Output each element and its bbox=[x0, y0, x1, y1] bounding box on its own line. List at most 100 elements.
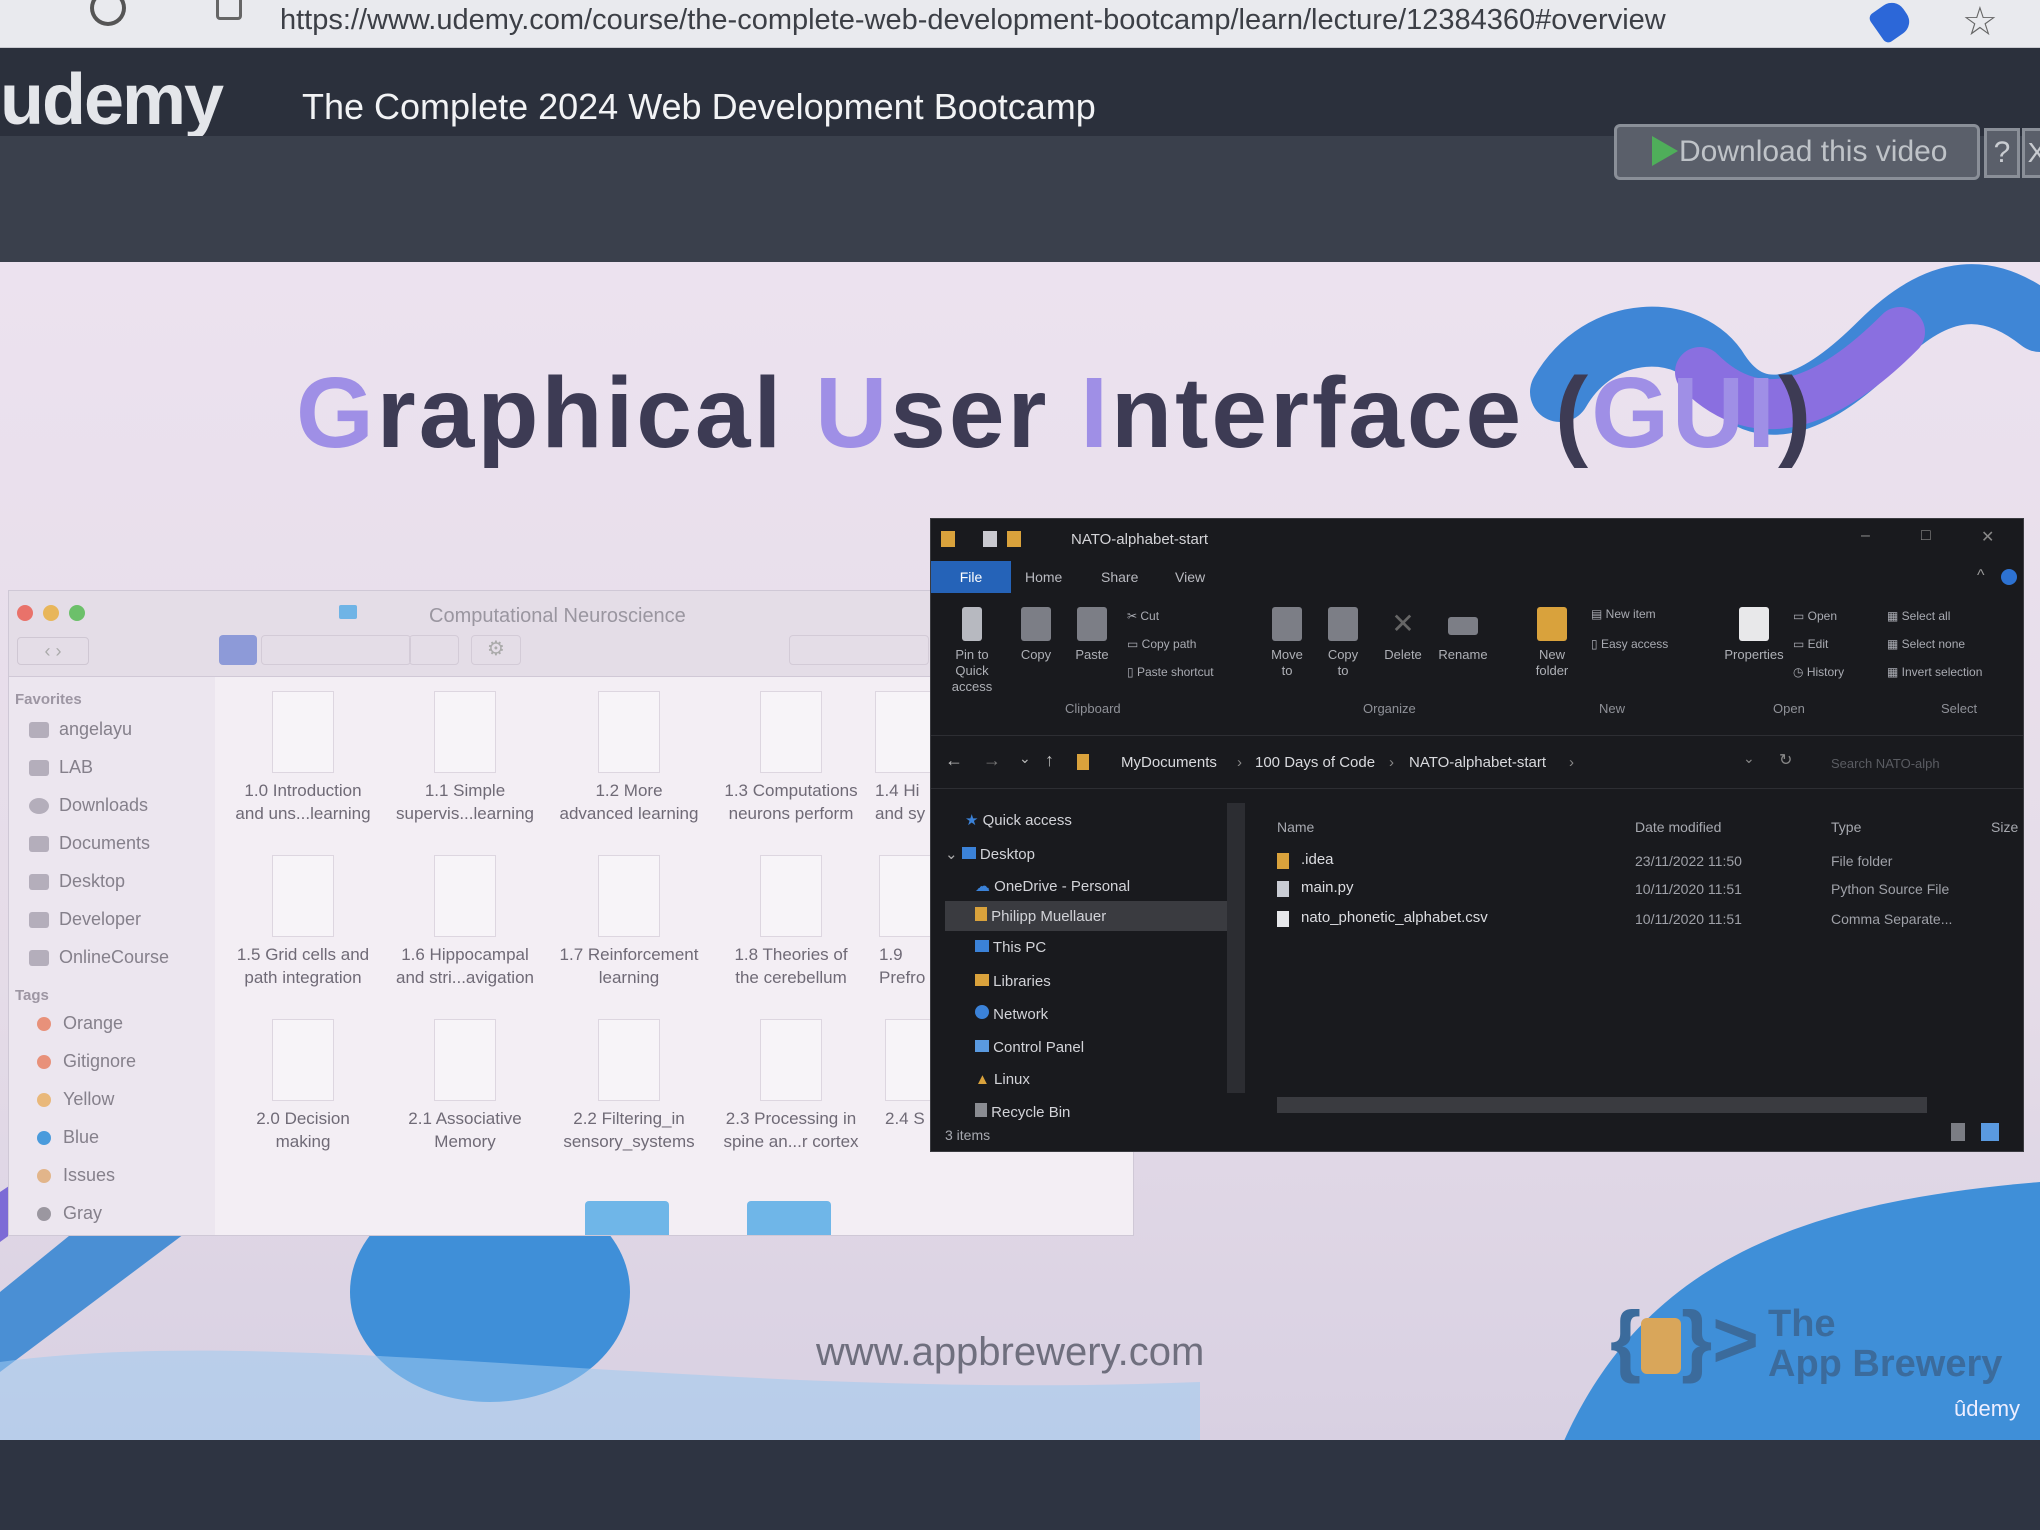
close-icon[interactable]: ✕ bbox=[1981, 527, 1994, 547]
folder-icon[interactable] bbox=[747, 1201, 831, 1235]
cut-button[interactable]: ✂ Cut bbox=[1127, 609, 1159, 623]
file-item[interactable]: 2.1 Associative Memory bbox=[391, 1019, 539, 1153]
nav-item-linux[interactable]: ▲ Linux bbox=[975, 1071, 1030, 1088]
file-item[interactable]: 1.6 Hippocampal and stri...avigation bbox=[391, 855, 539, 989]
column-date-modified[interactable]: Date modified bbox=[1635, 819, 1721, 835]
site-info-icon[interactable] bbox=[216, 0, 242, 20]
tag-gitignore[interactable]: Gitignore bbox=[37, 1051, 136, 1072]
search-box[interactable]: Search NATO-alph bbox=[1831, 756, 1940, 771]
tag-blue[interactable]: Blue bbox=[37, 1127, 99, 1148]
zoom-dot-icon[interactable] bbox=[69, 605, 85, 621]
properties-quick-icon[interactable] bbox=[983, 531, 997, 547]
tag-issues[interactable]: Issues bbox=[37, 1165, 115, 1186]
sidebar-item-desktop[interactable]: Desktop bbox=[29, 871, 125, 892]
select-all-button[interactable]: ▦ Select all bbox=[1887, 609, 1950, 623]
nav-item-recycle-bin[interactable]: Recycle Bin bbox=[975, 1103, 1070, 1121]
move-to-button[interactable]: Move to bbox=[1265, 607, 1309, 679]
sidebar-item-downloads[interactable]: Downloads bbox=[29, 795, 148, 816]
maximize-icon[interactable]: □ bbox=[1921, 527, 1931, 545]
file-item[interactable]: 2.3 Processing in spine an...r cortex bbox=[717, 1019, 865, 1153]
gear-icon[interactable]: ⚙ bbox=[471, 635, 521, 665]
back-forward-icon[interactable]: ‹ › bbox=[17, 637, 89, 665]
delete-button[interactable]: ✕ Delete bbox=[1377, 607, 1429, 663]
nav-item-this-pc[interactable]: This PC bbox=[975, 939, 1046, 956]
url-text[interactable]: https://www.udemy.com/course/the-complet… bbox=[280, 4, 1666, 37]
file-item[interactable]: 1.4 Hi and sy bbox=[875, 691, 937, 825]
file-item[interactable]: 1.0 Introduction and uns...learning bbox=[229, 691, 377, 825]
file-item[interactable]: 2.2 Filtering_in sensory_systems bbox=[555, 1019, 703, 1153]
copy-path-button[interactable]: ▭ Copy path bbox=[1127, 637, 1196, 651]
folder-icon[interactable] bbox=[585, 1201, 669, 1235]
group-icon[interactable] bbox=[409, 635, 459, 665]
file-item[interactable]: 2.4 S bbox=[885, 1019, 947, 1130]
file-item[interactable]: 1.7 Reinforcement learning bbox=[555, 855, 703, 989]
up-arrow-icon[interactable]: ↑ bbox=[1045, 750, 1054, 771]
details-view-icon[interactable] bbox=[1951, 1123, 1965, 1141]
copy-button[interactable]: Copy bbox=[1011, 607, 1061, 663]
rename-button[interactable]: Rename bbox=[1433, 607, 1493, 663]
reload-icon[interactable] bbox=[90, 0, 126, 26]
edit-button[interactable]: ▭ Edit bbox=[1793, 637, 1828, 651]
paste-shortcut-button[interactable]: ▯ Paste shortcut bbox=[1127, 665, 1214, 679]
forward-arrow-icon[interactable]: → bbox=[983, 750, 1001, 771]
sidebar-item-lab[interactable]: LAB bbox=[29, 757, 93, 778]
bookmark-star-icon[interactable]: ☆ bbox=[1962, 2, 1998, 42]
tab-file[interactable]: File bbox=[931, 561, 1011, 593]
open-button[interactable]: ▭ Open bbox=[1793, 609, 1837, 623]
copy-to-button[interactable]: Copy to bbox=[1321, 607, 1365, 679]
tab-view[interactable]: View bbox=[1175, 569, 1205, 585]
nav-item-onedrive[interactable]: ☁ OneDrive - Personal bbox=[975, 877, 1130, 895]
course-title[interactable]: The Complete 2024 Web Development Bootca… bbox=[302, 86, 1096, 128]
file-item[interactable]: 1.1 Simple supervis...learning bbox=[391, 691, 539, 825]
new-folder-button[interactable]: New folder bbox=[1527, 607, 1577, 679]
file-item[interactable]: 1.3 Computations neurons perform bbox=[717, 691, 865, 825]
file-item[interactable]: 2.0 Decision making bbox=[229, 1019, 377, 1153]
tag-orange[interactable]: Orange bbox=[37, 1013, 123, 1034]
easy-access-button[interactable]: ▯ Easy access bbox=[1591, 637, 1668, 651]
tab-share[interactable]: Share bbox=[1101, 569, 1138, 585]
sidebar-item-documents[interactable]: Documents bbox=[29, 833, 150, 854]
horizontal-scrollbar[interactable] bbox=[1277, 1097, 1927, 1113]
file-item[interactable]: 1.5 Grid cells and path integration bbox=[229, 855, 377, 989]
breadcrumb-100-days[interactable]: 100 Days of Code bbox=[1255, 754, 1375, 771]
minimize-dot-icon[interactable] bbox=[43, 605, 59, 621]
file-item[interactable]: 1.2 More advanced learning bbox=[555, 691, 703, 825]
nav-scrollbar[interactable] bbox=[1227, 803, 1245, 1093]
help-icon[interactable] bbox=[2001, 569, 2017, 585]
nav-item-quick-access[interactable]: ★ Quick access bbox=[965, 811, 1072, 829]
nav-item-network[interactable]: Network bbox=[975, 1005, 1048, 1023]
paste-button[interactable]: Paste bbox=[1067, 607, 1117, 663]
collapse-ribbon-icon[interactable]: ^ bbox=[1977, 567, 1985, 585]
nav-item-philipp[interactable]: Philipp Muellauer bbox=[975, 907, 1106, 925]
breadcrumb-mydocuments[interactable]: MyDocuments bbox=[1121, 754, 1217, 771]
close-download-button[interactable]: X bbox=[2022, 128, 2040, 178]
file-row[interactable]: .idea 23/11/2022 11:50 File folder bbox=[1277, 851, 1977, 873]
tag-yellow[interactable]: Yellow bbox=[37, 1089, 114, 1110]
minimize-icon[interactable]: – bbox=[1861, 527, 1870, 545]
column-size[interactable]: Size bbox=[1991, 819, 2018, 835]
file-row[interactable]: nato_phonetic_alphabet.csv 10/11/2020 11… bbox=[1277, 909, 1977, 931]
nav-item-libraries[interactable]: Libraries bbox=[975, 973, 1051, 990]
properties-button[interactable]: Properties bbox=[1719, 607, 1789, 663]
column-type[interactable]: Type bbox=[1831, 819, 1861, 835]
tab-home[interactable]: Home bbox=[1025, 569, 1062, 585]
nav-item-control-panel[interactable]: Control Panel bbox=[975, 1039, 1084, 1056]
recent-locations-icon[interactable]: ⌄ bbox=[1019, 750, 1031, 767]
udemy-logo[interactable]: udemy bbox=[0, 60, 224, 140]
sidebar-item-angelayu[interactable]: angelayu bbox=[29, 719, 132, 740]
search-field[interactable] bbox=[789, 635, 929, 665]
file-item[interactable]: 1.9 Prefro bbox=[879, 855, 941, 989]
large-icons-view-icon[interactable] bbox=[1981, 1123, 1999, 1141]
sidebar-item-developer[interactable]: Developer bbox=[29, 909, 141, 930]
breadcrumb-nato[interactable]: NATO-alphabet-start bbox=[1409, 754, 1546, 771]
pin-quick-access-button[interactable]: Pin to Quick access bbox=[939, 607, 1005, 695]
history-button[interactable]: ◷ History bbox=[1793, 665, 1844, 679]
grid-view-icon[interactable] bbox=[219, 635, 257, 665]
address-dropdown-icon[interactable]: ⌄ bbox=[1743, 750, 1755, 767]
sidebar-item-onlinecourse[interactable]: OnlineCourse bbox=[29, 947, 169, 968]
nav-item-desktop[interactable]: ⌄ Desktop bbox=[945, 845, 1035, 863]
file-row[interactable]: main.py 10/11/2020 11:51 Python Source F… bbox=[1277, 879, 1977, 901]
invert-selection-button[interactable]: ▦ Invert selection bbox=[1887, 665, 1982, 679]
help-button[interactable]: ? bbox=[1984, 128, 2020, 178]
new-folder-quick-icon[interactable] bbox=[1007, 531, 1021, 547]
